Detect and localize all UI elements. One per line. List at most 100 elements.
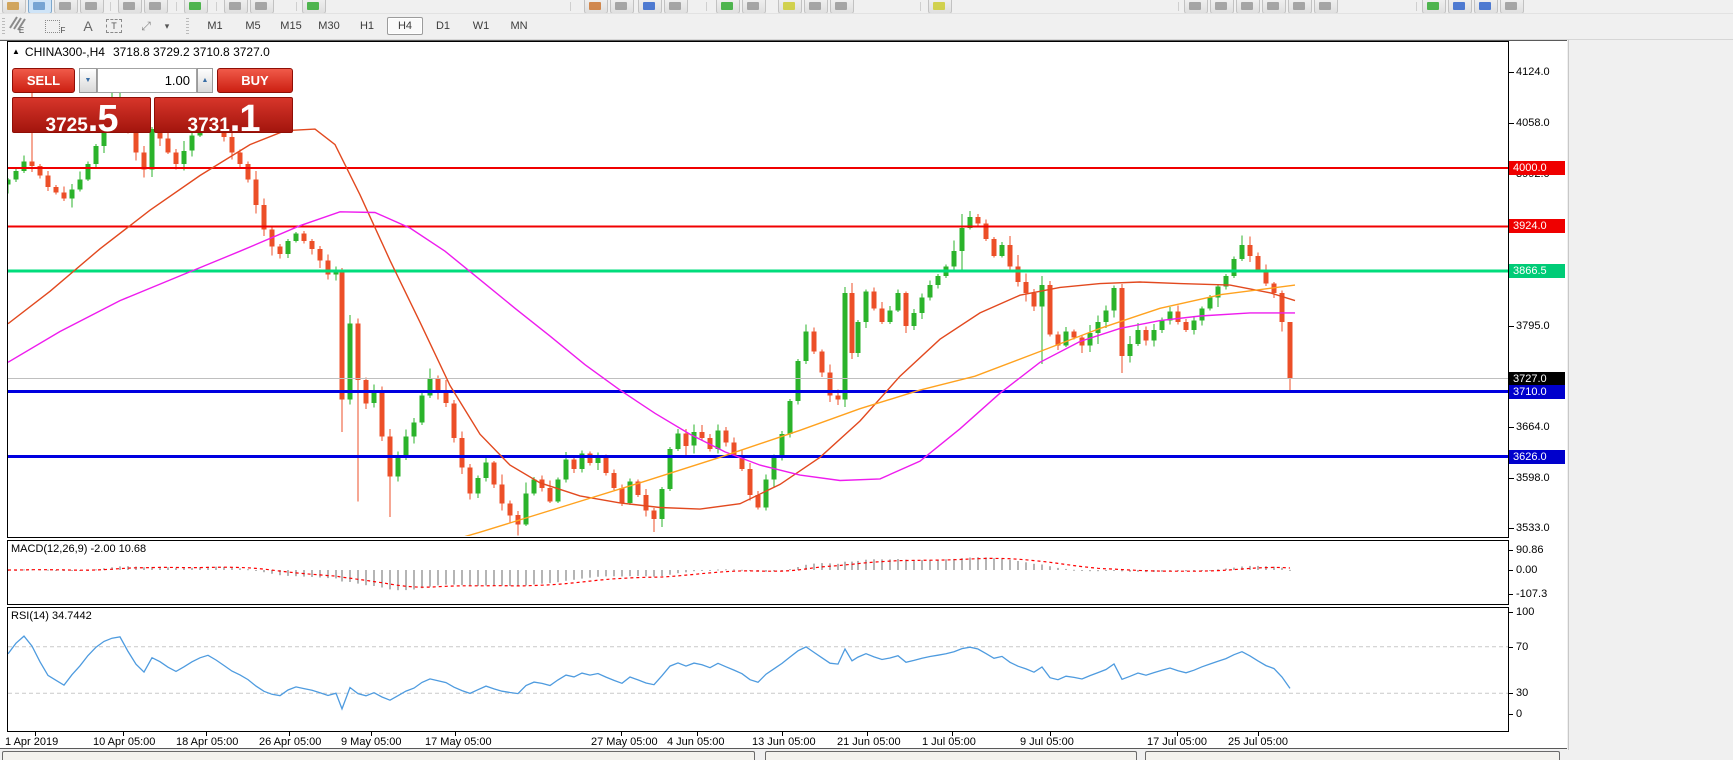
timeframe-button-m30[interactable]: M30 xyxy=(311,17,347,35)
minimized-window-edge[interactable] xyxy=(2,751,755,760)
object-styles-tool[interactable]: ⤢ xyxy=(134,15,158,37)
icon-tint xyxy=(149,2,161,10)
price-tick-label: 3795.0 xyxy=(1516,319,1550,333)
icon-tint xyxy=(59,2,71,10)
unknown-toolbar-icon[interactable] xyxy=(80,0,104,14)
date-label: 10 Apr 05:00 xyxy=(93,736,155,748)
timeframe-button-h4[interactable]: H4 xyxy=(387,17,423,35)
text-box-tool[interactable]: T xyxy=(102,15,126,37)
rsi-tick-label: 100 xyxy=(1516,606,1534,619)
unknown-toolbar-icon[interactable] xyxy=(118,0,142,14)
buy-button[interactable]: BUY xyxy=(217,68,293,93)
timeframe-button-d1[interactable]: D1 xyxy=(425,17,461,35)
price-level-tag: 4000.0 xyxy=(1509,161,1565,175)
unknown-toolbar-icon[interactable] xyxy=(928,0,952,14)
price-tick-label: 3598.0 xyxy=(1516,471,1550,485)
macd-name: MACD(12,26,9) xyxy=(11,543,87,555)
date-tick-mark xyxy=(123,732,124,736)
date-label: 18 Apr 05:00 xyxy=(176,736,238,748)
bid-price-box[interactable]: 3725 .5 xyxy=(12,97,151,133)
grid-icon xyxy=(45,20,60,33)
unknown-toolbar-icon[interactable] xyxy=(1236,0,1260,14)
unknown-toolbar-icon[interactable] xyxy=(638,0,662,14)
unknown-toolbar-icon[interactable] xyxy=(742,0,766,14)
toolbar-separator xyxy=(706,2,707,11)
styles-dropdown[interactable]: ▾ xyxy=(160,15,174,37)
toolbar-separator xyxy=(920,2,921,11)
macd-pane[interactable] xyxy=(7,540,1509,605)
macd-tick-label: 0.00 xyxy=(1516,564,1537,577)
unknown-toolbar-icon[interactable] xyxy=(1288,0,1312,14)
unknown-toolbar-icon[interactable] xyxy=(584,0,608,14)
sell-button[interactable]: SELL xyxy=(12,68,75,93)
rsi-pane[interactable] xyxy=(7,607,1509,732)
unknown-toolbar-icon[interactable] xyxy=(716,0,740,14)
grid-tool-icon[interactable]: F xyxy=(42,15,68,37)
timeframe-button-m15[interactable]: M15 xyxy=(273,17,309,35)
date-label: 26 Apr 05:00 xyxy=(259,736,321,748)
ask-price-main: 3731 xyxy=(188,115,230,137)
icon-tint xyxy=(1479,2,1491,10)
price-tick-label: 4124.0 xyxy=(1516,65,1550,79)
toolbar-separator xyxy=(1178,2,1179,11)
icon-tint xyxy=(307,2,319,10)
timeframe-button-mn[interactable]: MN xyxy=(501,17,537,35)
volume-increase-button[interactable]: ▲ xyxy=(197,68,213,93)
timeframe-button-m5[interactable]: M5 xyxy=(235,17,271,35)
icon-tint xyxy=(7,2,19,10)
unknown-toolbar-icon[interactable] xyxy=(610,0,634,14)
unknown-toolbar-icon[interactable] xyxy=(1210,0,1234,14)
date-tick-mark xyxy=(371,732,372,736)
timeframe-button-h1[interactable]: H1 xyxy=(349,17,385,35)
unknown-toolbar-icon[interactable] xyxy=(778,0,802,14)
unknown-toolbar-icon[interactable] xyxy=(1422,0,1446,14)
unknown-toolbar-icon[interactable] xyxy=(1262,0,1286,14)
unknown-toolbar-icon[interactable] xyxy=(664,0,688,14)
unknown-toolbar-icon[interactable] xyxy=(804,0,828,14)
icon-tint xyxy=(1215,2,1227,10)
bid-price-main: 3725 xyxy=(46,115,88,137)
icon-tint xyxy=(783,2,795,10)
volume-decrease-button[interactable]: ▼ xyxy=(79,68,97,93)
unknown-toolbar-icon[interactable] xyxy=(54,0,78,14)
graphic-objects-icon[interactable]: E xyxy=(8,15,34,37)
icon-tint xyxy=(643,2,655,10)
unknown-toolbar-icon[interactable] xyxy=(1314,0,1338,14)
unknown-toolbar-icon[interactable] xyxy=(2,0,26,14)
toolbar-separator xyxy=(1416,2,1417,11)
ask-price-box[interactable]: 3731 .1 xyxy=(154,97,293,133)
crayons-icon xyxy=(8,15,26,31)
unknown-toolbar-icon[interactable] xyxy=(250,0,274,14)
date-label: 9 May 05:00 xyxy=(341,736,402,748)
toolbar-separator xyxy=(216,2,217,11)
unknown-toolbar-icon[interactable] xyxy=(184,0,208,14)
volume-input[interactable] xyxy=(97,68,197,93)
date-tick-mark xyxy=(1050,732,1051,736)
unknown-toolbar-icon[interactable] xyxy=(1448,0,1472,14)
collapse-triangle-icon[interactable]: ▲ xyxy=(12,47,20,56)
minimized-window-edge[interactable] xyxy=(765,751,1137,760)
toolbar-drag-handle[interactable] xyxy=(186,18,189,34)
text-label-tool[interactable]: A xyxy=(78,15,98,37)
icon-tint xyxy=(835,2,847,10)
toolbar-drag-handle[interactable] xyxy=(2,18,5,34)
unknown-toolbar-icon[interactable] xyxy=(28,0,52,14)
toolbar-separator xyxy=(110,2,111,11)
macd-current-values: -2.00 10.68 xyxy=(90,543,146,555)
unknown-toolbar-icon[interactable] xyxy=(302,0,326,14)
price-tick-mark xyxy=(1509,326,1514,327)
timeframe-button-w1[interactable]: W1 xyxy=(463,17,499,35)
rsi-tick-label: 70 xyxy=(1516,641,1528,654)
unknown-toolbar-icon[interactable] xyxy=(224,0,248,14)
unknown-toolbar-icon[interactable] xyxy=(1184,0,1208,14)
date-tick-mark xyxy=(1258,732,1259,736)
price-tick-label: 3664.0 xyxy=(1516,420,1550,434)
unknown-toolbar-icon[interactable] xyxy=(1474,0,1498,14)
price-tick-label: 4058.0 xyxy=(1516,116,1550,130)
timeframe-button-m1[interactable]: M1 xyxy=(197,17,233,35)
unknown-toolbar-icon[interactable] xyxy=(144,0,168,14)
unknown-toolbar-icon[interactable] xyxy=(830,0,854,14)
date-tick-mark xyxy=(867,732,868,736)
unknown-toolbar-icon[interactable] xyxy=(1500,0,1524,14)
minimized-window-edge[interactable] xyxy=(1145,751,1560,760)
